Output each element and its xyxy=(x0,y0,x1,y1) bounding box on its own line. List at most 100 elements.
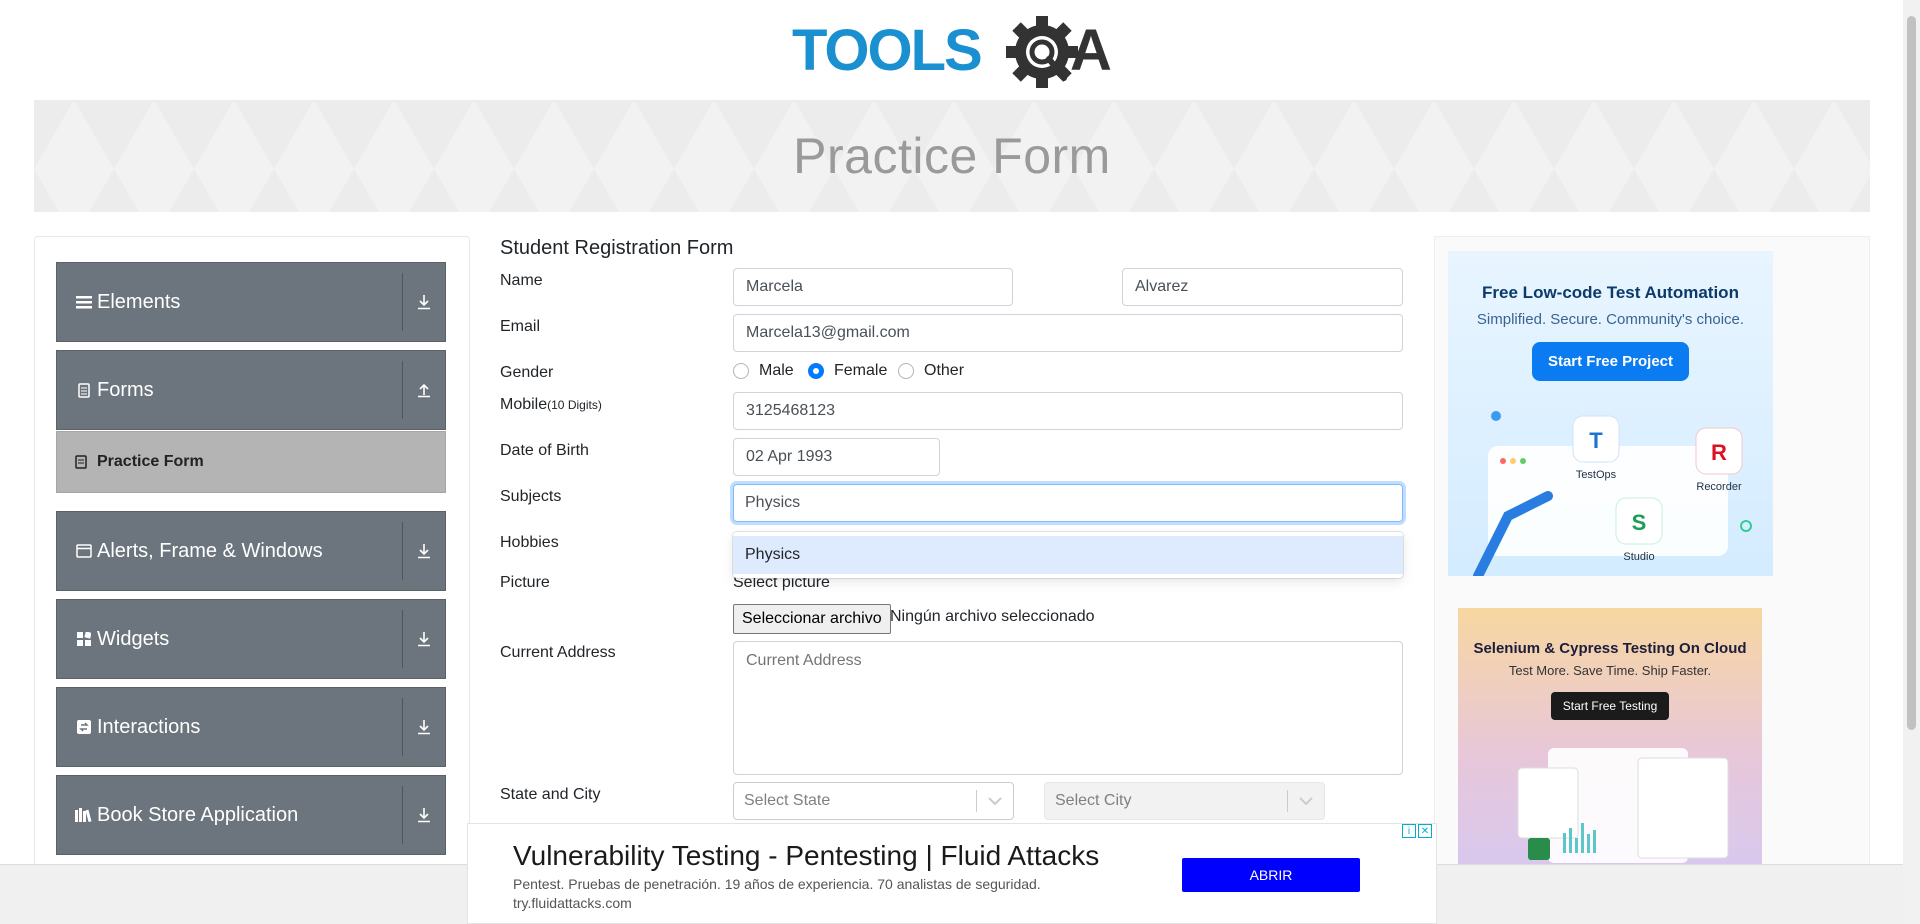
sidebar-group-alerts[interactable]: Alerts, Frame & Windows xyxy=(56,511,446,591)
sidebar-group-label: Widgets xyxy=(97,627,170,650)
sidebar: Elements Forms Practice Form Alerts, Fra… xyxy=(34,236,470,876)
interaction-icon xyxy=(73,720,95,734)
radio-label: Other xyxy=(924,362,965,379)
email-label: Email xyxy=(500,318,541,335)
sidebar-group-widgets[interactable]: Widgets xyxy=(56,599,446,679)
ad-cta-button[interactable]: Start Free Project xyxy=(1531,342,1690,381)
form-icon xyxy=(73,455,89,469)
ad-illustration xyxy=(1517,748,1729,863)
date-of-birth-input[interactable] xyxy=(733,438,940,476)
download-arrow-icon xyxy=(413,600,435,678)
gender-radio-other[interactable]: Other xyxy=(898,362,964,380)
address-label: Current Address xyxy=(500,644,616,661)
radio-circle xyxy=(898,363,914,379)
divider xyxy=(402,273,403,331)
widgets-icon xyxy=(73,632,95,646)
ad-label-studio: Studio xyxy=(1623,551,1654,563)
ad-title: Free Low-code Test Automation xyxy=(1482,283,1739,302)
sidebar-group-label: Alerts, Frame & Windows xyxy=(97,539,323,562)
gender-radio-female[interactable]: Female xyxy=(808,362,887,380)
ad-open-button[interactable]: ABRIR xyxy=(1182,858,1360,892)
ad-subtitle: Test More. Save Time. Ship Faster. xyxy=(1508,663,1712,678)
city-select-value: Select City xyxy=(1055,792,1132,809)
ad-choices[interactable]: i ✕ xyxy=(1402,824,1432,838)
logo-text-a: A xyxy=(1070,18,1112,83)
chevron-down-icon xyxy=(1288,797,1324,805)
radio-circle xyxy=(733,363,749,379)
logo-text-tools: TOOLS xyxy=(792,18,981,83)
subjects-option[interactable]: Physics xyxy=(733,536,1403,574)
sidebar-group-label: Book Store Application xyxy=(97,803,299,826)
subjects-input[interactable] xyxy=(733,484,1403,522)
subjects-label: Subjects xyxy=(500,488,562,505)
window-icon xyxy=(73,544,95,558)
radio-circle-checked xyxy=(808,363,824,379)
form-title: Student Registration Form xyxy=(500,237,734,259)
page-title: Practice Form xyxy=(793,128,1111,184)
ad-illustration: T TestOps R Recorder S Studio xyxy=(1473,411,1752,576)
picture-label: Picture xyxy=(500,574,550,591)
ad-description: Pentest. Pruebas de penetración. 19 años… xyxy=(513,876,1041,892)
sidebar-group-book-store[interactable]: Book Store Application xyxy=(56,775,446,855)
ad-cta-button[interactable]: Start Free Testing xyxy=(1550,692,1670,720)
sidebar-group-label: Forms xyxy=(97,378,154,401)
divider xyxy=(402,698,403,756)
ad-katalon[interactable]: Free Low-code Test Automation Simplified… xyxy=(1448,251,1773,576)
divider xyxy=(402,786,403,844)
close-icon[interactable]: ✕ xyxy=(1418,824,1432,838)
file-status: Ningún archivo seleccionado xyxy=(890,608,1095,625)
sidebar-group-label: Interactions xyxy=(97,715,201,738)
state-select-value: Select State xyxy=(744,792,831,809)
choose-file-button[interactable]: Seleccionar archivo xyxy=(733,604,891,634)
ad-label-testops: TestOps xyxy=(1576,469,1617,481)
scrollbar[interactable] xyxy=(1903,0,1920,924)
mobile-input[interactable] xyxy=(733,392,1403,430)
email-input[interactable] xyxy=(733,314,1403,352)
menu-icon xyxy=(73,295,95,309)
toolsqa-logo[interactable]: TOOLS A xyxy=(792,16,1115,90)
chevron-down-icon xyxy=(977,797,1013,805)
mobile-hint: (10 Digits) xyxy=(547,398,602,412)
info-icon[interactable]: i xyxy=(1402,824,1416,838)
ad-lambdatest[interactable]: Selenium & Cypress Testing On Cloud Test… xyxy=(1458,608,1762,868)
last-name-input[interactable] xyxy=(1122,268,1403,306)
gender-radio-male[interactable]: Male xyxy=(733,362,794,380)
mobile-label-text: Mobile xyxy=(500,396,548,413)
ad-headline[interactable]: Vulnerability Testing - Pentesting | Flu… xyxy=(513,840,1099,872)
divider xyxy=(402,610,403,668)
dob-label: Date of Birth xyxy=(500,442,589,459)
toolsqa-logo-graphic: TOOLS A xyxy=(792,16,1112,88)
svg-text:S: S xyxy=(1632,510,1647,535)
sidebar-group-interactions[interactable]: Interactions xyxy=(56,687,446,767)
book-icon xyxy=(73,808,95,822)
gear-icon xyxy=(1006,16,1078,88)
current-address-textarea[interactable] xyxy=(733,641,1403,775)
divider xyxy=(402,361,403,419)
state-select[interactable]: Select State xyxy=(733,782,1014,820)
name-label: Name xyxy=(500,272,543,289)
bottom-ad-banner[interactable]: i ✕ Vulnerability Testing - Pentesting |… xyxy=(467,823,1437,924)
download-arrow-icon xyxy=(413,512,435,590)
upload-arrow-icon xyxy=(413,351,435,429)
ad-title: Selenium & Cypress Testing On Cloud xyxy=(1473,640,1747,657)
radio-label: Male xyxy=(759,362,794,379)
ad-label-recorder: Recorder xyxy=(1696,481,1742,493)
radio-label: Female xyxy=(834,362,888,379)
hobbies-label: Hobbies xyxy=(500,534,559,551)
mobile-label: Mobile(10 Digits) xyxy=(500,396,602,414)
first-name-input[interactable] xyxy=(733,268,1013,306)
ad-url[interactable]: try.fluidattacks.com xyxy=(513,895,632,911)
gender-label: Gender xyxy=(500,364,554,381)
sidebar-group-label: Elements xyxy=(97,290,181,313)
sidebar-item-practice-form[interactable]: Practice Form xyxy=(56,431,446,493)
ad-subtitle: Simplified. Secure. Community's choice. xyxy=(1476,311,1745,328)
download-arrow-icon xyxy=(413,263,435,341)
sidebar-group-forms[interactable]: Forms xyxy=(56,350,446,430)
city-select[interactable]: Select City xyxy=(1044,782,1325,820)
sidebar-group-elements[interactable]: Elements xyxy=(56,262,446,342)
divider xyxy=(402,522,403,580)
download-arrow-icon xyxy=(413,776,435,854)
page-banner: Practice Form xyxy=(34,100,1870,212)
svg-text:T: T xyxy=(1589,428,1603,453)
scrollbar-thumb[interactable] xyxy=(1907,16,1916,730)
